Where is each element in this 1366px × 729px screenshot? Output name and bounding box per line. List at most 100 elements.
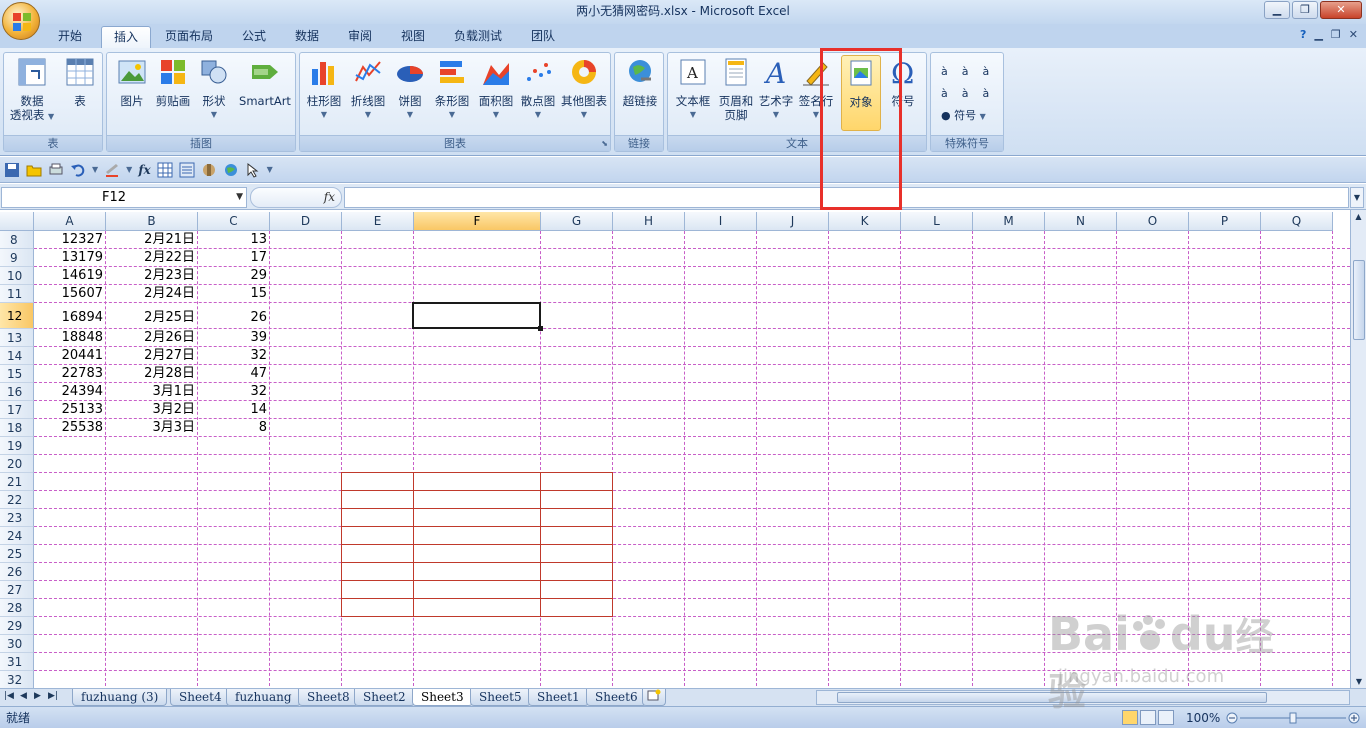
symbol-a-5[interactable]: à [962, 87, 969, 100]
name-box-dropdown-icon[interactable]: ▼ [236, 188, 243, 207]
undo-icon[interactable] [70, 162, 86, 178]
bordered-cell[interactable] [540, 580, 613, 599]
cell-c19[interactable] [198, 437, 270, 455]
cell-b21[interactable] [106, 473, 198, 491]
tab-formulas[interactable]: 公式 [230, 26, 278, 48]
bordered-cell[interactable] [540, 562, 613, 581]
list-icon[interactable] [179, 162, 195, 178]
cell-a24[interactable] [34, 527, 106, 545]
row-header-17[interactable]: 17 [0, 401, 34, 419]
column-header-c[interactable]: C [198, 212, 270, 231]
column-header-q[interactable]: Q [1261, 212, 1333, 231]
customize-qat-icon[interactable]: ▼ [267, 165, 273, 174]
cell-a18[interactable]: 25538 [34, 419, 106, 437]
row-header-13[interactable]: 13 [0, 329, 34, 347]
cell-c14[interactable]: 32 [198, 347, 270, 365]
column-header-m[interactable]: M [973, 212, 1045, 231]
cell-a21[interactable] [34, 473, 106, 491]
cell-c12[interactable]: 26 [198, 303, 270, 329]
web-icon[interactable] [223, 162, 239, 178]
sheet-tab-sheet2[interactable]: Sheet2 [354, 689, 415, 706]
special-symbol-dropdown[interactable]: ● 符号 ▼ [941, 105, 989, 128]
cell-b27[interactable] [106, 581, 198, 599]
sheet-tab-fuzhuang-3-[interactable]: fuzhuang (3) [72, 689, 168, 706]
pivot-table-button[interactable]: 数据 透视表 ▼ [6, 55, 58, 124]
insert-function-icon[interactable]: fx [138, 163, 150, 177]
tab-load-test[interactable]: 负载测试 [442, 26, 514, 48]
wordart-button[interactable]: A 艺术字 ▼ [756, 55, 796, 122]
bordered-cell[interactable] [413, 508, 541, 527]
horizontal-scroll-thumb[interactable] [837, 692, 1267, 703]
row-header-18[interactable]: 18 [0, 419, 34, 437]
row-header-23[interactable]: 23 [0, 509, 34, 527]
row-header-16[interactable]: 16 [0, 383, 34, 401]
cell-b14[interactable]: 2月27日 [106, 347, 198, 365]
bordered-cell[interactable] [413, 472, 541, 491]
column-header-h[interactable]: H [613, 212, 685, 231]
cell-b30[interactable] [106, 635, 198, 653]
worksheet-grid[interactable]: A B C D E F G H I J K L M N O P Q 8 12327 2月21日 13 9 13179 2月22… [0, 212, 1350, 688]
pie-chart-button[interactable]: 饼图 ▼ [390, 55, 430, 122]
bar-chart-button[interactable]: 条形图 ▼ [430, 55, 474, 122]
cell-b8[interactable]: 2月21日 [106, 231, 198, 249]
row-header-26[interactable]: 26 [0, 563, 34, 581]
cell-a8[interactable]: 12327 [34, 231, 106, 249]
cell-b13[interactable]: 2月26日 [106, 329, 198, 347]
header-footer-button[interactable]: 页眉和 页脚 [716, 55, 756, 122]
cell-b22[interactable] [106, 491, 198, 509]
save-icon[interactable] [4, 162, 20, 178]
cell-a20[interactable] [34, 455, 106, 473]
sheet-tab-sheet4[interactable]: Sheet4 [170, 689, 231, 706]
vertical-scrollbar[interactable]: ▲ ▼ [1350, 210, 1366, 688]
cell-c32[interactable] [198, 671, 270, 688]
cell-c18[interactable]: 8 [198, 419, 270, 437]
first-sheet-icon[interactable]: |◀ [4, 691, 14, 701]
cell-b16[interactable]: 3月1日 [106, 383, 198, 401]
row-header-9[interactable]: 9 [0, 249, 34, 267]
cell-c27[interactable] [198, 581, 270, 599]
bordered-cell[interactable] [540, 508, 613, 527]
last-sheet-icon[interactable]: ▶| [48, 691, 58, 701]
scroll-up-icon[interactable]: ▲ [1351, 210, 1366, 224]
tab-view[interactable]: 视图 [389, 26, 437, 48]
insert-function-button[interactable]: fx [250, 187, 342, 208]
bordered-cell[interactable] [540, 526, 613, 545]
row-header-10[interactable]: 10 [0, 267, 34, 285]
text-box-button[interactable]: A 文本框 ▼ [670, 55, 716, 122]
cell-b26[interactable] [106, 563, 198, 581]
undo-dropdown-icon[interactable]: ▼ [92, 165, 98, 174]
grid-icon[interactable] [157, 162, 173, 178]
close-button[interactable]: ✕ [1320, 1, 1362, 19]
tab-home[interactable]: 开始 [46, 26, 94, 48]
cell-c31[interactable] [198, 653, 270, 671]
minimize-button[interactable]: ▁ [1264, 1, 1290, 19]
column-header-p[interactable]: P [1189, 212, 1261, 231]
cell-b15[interactable]: 2月28日 [106, 365, 198, 383]
ribbon-restore-icon[interactable]: ❐ [1331, 28, 1341, 41]
charts-dialog-launcher-icon[interactable]: ⬊ [601, 139, 608, 148]
format-dropdown-icon[interactable]: ▼ [126, 165, 132, 174]
cell-b25[interactable] [106, 545, 198, 563]
bordered-cell[interactable] [341, 544, 414, 563]
name-box[interactable]: F12 ▼ [1, 187, 247, 208]
symbol-a-4[interactable]: à [941, 87, 948, 100]
cell-c15[interactable]: 47 [198, 365, 270, 383]
cell-a13[interactable]: 18848 [34, 329, 106, 347]
cell-c13[interactable]: 39 [198, 329, 270, 347]
row-header-30[interactable]: 30 [0, 635, 34, 653]
cell-b20[interactable] [106, 455, 198, 473]
cell-b23[interactable] [106, 509, 198, 527]
cell-b29[interactable] [106, 617, 198, 635]
horizontal-scrollbar[interactable] [816, 690, 1350, 705]
cell-a11[interactable]: 15607 [34, 285, 106, 303]
insert-sheet-icon[interactable] [642, 689, 666, 706]
tab-team[interactable]: 团队 [519, 26, 567, 48]
picture-button[interactable]: 图片 [111, 55, 153, 108]
normal-view-button[interactable] [1122, 710, 1138, 725]
expand-formula-bar-icon[interactable]: ▼ [1350, 187, 1364, 208]
symbol-a-2[interactable]: à [962, 65, 969, 78]
scroll-down-icon[interactable]: ▼ [1351, 677, 1366, 686]
line-chart-button[interactable]: 折线图 ▼ [346, 55, 390, 122]
print-preview-icon[interactable] [48, 162, 64, 178]
column-header-i[interactable]: I [685, 212, 757, 231]
